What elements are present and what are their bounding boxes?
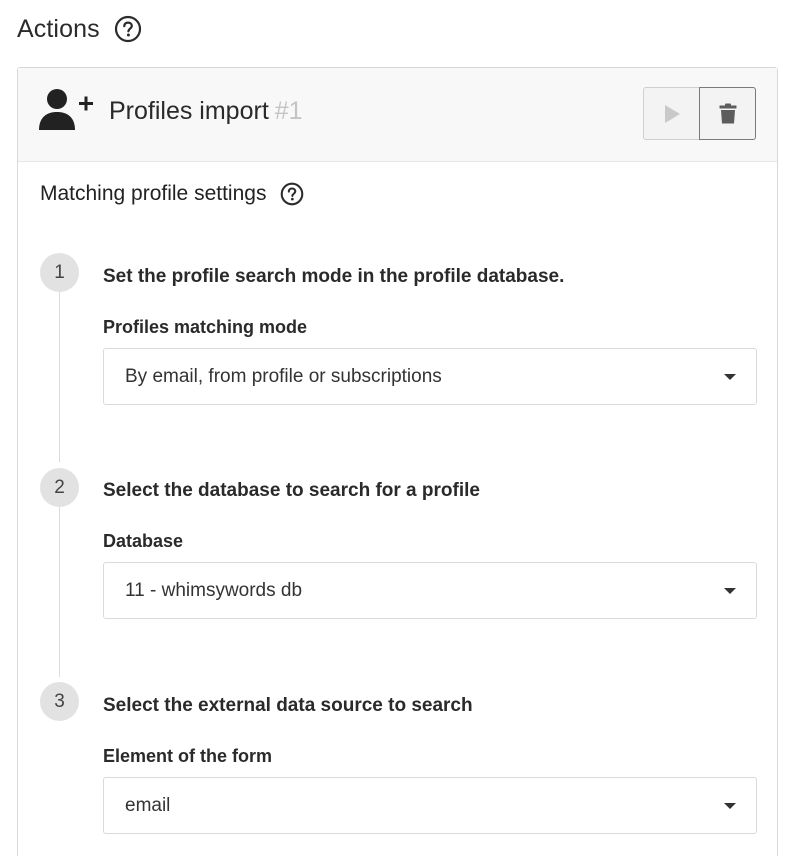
matching-mode-label: Profiles matching mode	[103, 317, 308, 337]
caret-down-icon	[724, 588, 736, 594]
step-heading: Select the external data source to searc…	[103, 695, 473, 716]
step-heading: Set the profile search mode in the profi…	[103, 266, 565, 287]
delete-button[interactable]	[699, 87, 756, 140]
form-element-select[interactable]: email	[103, 777, 757, 834]
question-circle-icon[interactable]	[114, 15, 142, 43]
card-action-group	[643, 87, 756, 140]
card-title-text: Profiles import	[109, 97, 269, 125]
section-title: Matching profile settings	[40, 181, 304, 207]
actions-header: Actions	[17, 12, 142, 46]
action-card: Profiles import #1 Matching profile setti…	[17, 67, 778, 856]
page-title: Actions	[17, 14, 100, 43]
database-select[interactable]: 11 - whimsywords db	[103, 562, 757, 619]
card-number: #1	[274, 97, 303, 125]
caret-down-icon	[724, 374, 736, 380]
step-heading: Select the database to search for a prof…	[103, 480, 480, 501]
form-element-value: email	[125, 794, 171, 816]
user-plus-icon	[38, 88, 94, 132]
step-connector	[59, 292, 60, 462]
database-value: 11 - whimsywords db	[125, 579, 303, 601]
matching-mode-value: By email, from profile or subscriptions	[125, 365, 442, 387]
card-title: Profiles import #1	[109, 97, 303, 126]
step-number-badge: 3	[40, 682, 79, 721]
card-header: Profiles import #1	[18, 68, 777, 162]
play-icon	[664, 104, 680, 123]
step-connector	[59, 507, 60, 677]
database-label: Database	[103, 531, 184, 551]
trash-icon	[719, 103, 736, 124]
question-circle-icon[interactable]	[280, 182, 304, 206]
caret-down-icon	[724, 803, 736, 809]
run-button[interactable]	[643, 87, 699, 140]
step-number-badge: 2	[40, 468, 79, 507]
section-title-text: Matching profile settings	[40, 182, 267, 205]
form-element-label: Element of the form	[103, 746, 273, 766]
step-number-badge: 1	[40, 253, 79, 292]
matching-mode-select[interactable]: By email, from profile or subscriptions	[103, 348, 757, 405]
